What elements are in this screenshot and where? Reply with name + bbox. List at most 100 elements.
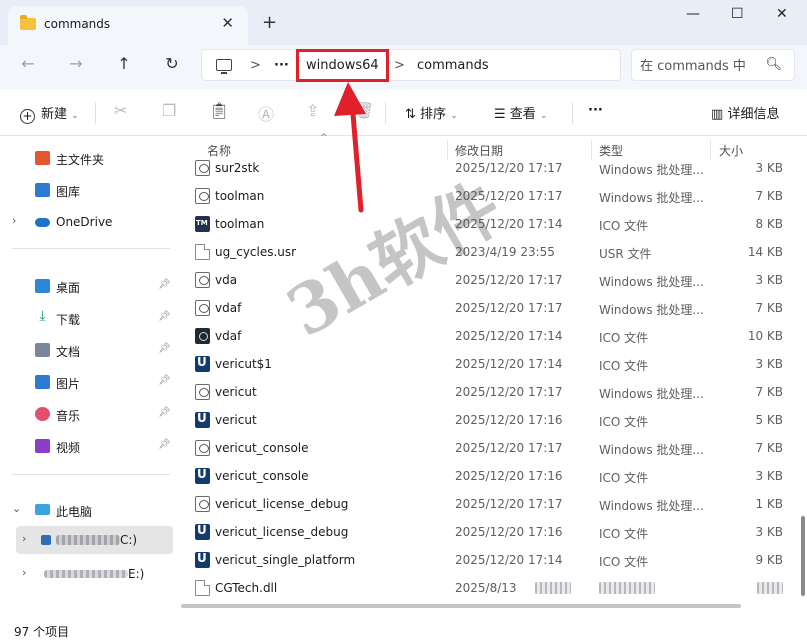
file-size: 10 KB (747, 329, 783, 343)
table-row[interactable]: sur2stk 2025/12/20 17:17 Windows 批处理... 3 K… (191, 154, 787, 182)
refresh-icon[interactable]: ↻ (160, 54, 184, 73)
tab-close-icon[interactable]: ✕ (221, 14, 234, 32)
file-date: 2025/8/13 (455, 581, 517, 595)
up-arrow-icon[interactable]: ↑ (112, 54, 136, 73)
chevron-down-icon[interactable]: ⌄ (12, 502, 21, 515)
share-icon[interactable]: ⇪ (306, 101, 319, 120)
sidebar-item-desktop[interactable]: 桌面 📌︎ (0, 272, 177, 300)
table-row[interactable]: vdaf 2025/12/20 17:17 Windows 批处理... 7 KB (191, 294, 787, 322)
new-tab-button[interactable]: + (262, 12, 277, 33)
annotation-arrow-head (334, 82, 366, 116)
file-size: 3 KB (755, 161, 783, 175)
sidebar-item-onedrive[interactable]: › OneDrive (0, 208, 177, 236)
sidebar-item-pictures[interactable]: 图片 📌︎ (0, 368, 177, 396)
file-date: 2025/12/20 17:14 (455, 357, 563, 371)
sidebar-item-videos[interactable]: 视频 📌︎ (0, 432, 177, 460)
tab-commands[interactable]: commands ✕ (8, 6, 248, 45)
command-bar: + 新建 ⌄ ✂ ❐ 📋︎ Ⓐ ⇪ 🗑︎ ⇅ 排序 ⌄ ☰ 查看 ⌄ ··· ▥ … (0, 90, 807, 136)
file-size: 5 KB (755, 413, 783, 427)
file-size: 7 KB (755, 385, 783, 399)
batch-file-icon (195, 384, 210, 400)
forward-arrow-icon[interactable]: → (64, 54, 88, 73)
table-row[interactable]: vericut_console 2025/12/20 17:16 ICO 文件 3 K… (191, 462, 787, 490)
breadcrumb-commands[interactable]: commands (417, 58, 489, 73)
file-type: ICO 文件 (599, 527, 649, 541)
table-row[interactable]: vericut_console 2025/12/20 17:17 Windows 批… (191, 434, 787, 462)
file-type: ICO 文件 (599, 219, 649, 233)
file-date: 2025/12/20 17:16 (455, 413, 563, 427)
file-type: ICO 文件 (599, 415, 649, 429)
table-row[interactable]: vericut 2025/12/20 17:17 Windows 批处理... 7 K… (191, 378, 787, 406)
close-button[interactable]: ✕ (776, 6, 788, 22)
chevron-right-icon[interactable]: › (12, 214, 16, 227)
table-row[interactable]: vdaf 2025/12/20 17:14 ICO 文件 10 KB (191, 322, 787, 350)
back-arrow-icon[interactable]: ← (16, 54, 40, 73)
table-row[interactable]: vericut_license_debug 2025/12/20 17:16 ICO… (191, 518, 787, 546)
search-box[interactable]: 🔍︎ (631, 49, 795, 81)
copy-icon[interactable]: ❐ (162, 101, 176, 120)
table-row[interactable]: vericut_single_platform 2025/12/20 17:14 I… (191, 546, 787, 574)
pin-icon[interactable]: 📌︎ (158, 311, 171, 322)
paste-icon[interactable]: 📋︎ (209, 101, 229, 120)
file-size: 7 KB (755, 441, 783, 455)
horizontal-scrollbar[interactable] (177, 602, 807, 610)
view-button[interactable]: ☰ 查看 ⌄ (494, 103, 548, 122)
file-type: ICO 文件 (599, 555, 649, 569)
sidebar-item-gallery[interactable]: 图库 (0, 176, 177, 204)
horizontal-scroll-thumb[interactable] (181, 604, 741, 608)
more-options-button[interactable]: ··· (588, 103, 603, 118)
file-name: toolman (215, 217, 265, 231)
table-row[interactable]: CGTech.dll 2025/8/13 (191, 574, 787, 602)
toolbar-divider (95, 102, 96, 124)
drive-label-blurred (56, 535, 120, 545)
computer-icon (35, 504, 50, 515)
home-icon (35, 151, 50, 165)
sidebar-item-music[interactable]: 音乐 📌︎ (0, 400, 177, 428)
music-icon (35, 407, 50, 421)
minimize-button[interactable]: — (686, 6, 700, 22)
file-date: 2025/12/20 17:16 (455, 469, 563, 483)
view-icon: ☰ (494, 107, 506, 122)
file-date: 2025/12/20 17:17 (455, 301, 563, 315)
table-row[interactable]: vericut$1 2025/12/20 17:14 ICO 文件 3 KB (191, 350, 787, 378)
vertical-scrollbar[interactable] (801, 516, 805, 596)
file-icon (195, 244, 210, 260)
table-row[interactable]: vericut_license_debug 2025/12/20 17:17 Win… (191, 490, 787, 518)
vericut-icon (195, 523, 210, 540)
file-date: 2025/12/20 17:17 (455, 273, 563, 287)
sidebar-item-documents[interactable]: 文档 📌︎ (0, 336, 177, 364)
item-count: 97 个项目 (14, 625, 70, 639)
breadcrumb-overflow[interactable]: ··· (274, 58, 289, 73)
new-button[interactable]: + 新建 ⌄ (20, 103, 79, 124)
desktop-icon (35, 279, 50, 293)
search-input[interactable] (640, 56, 764, 76)
table-row[interactable]: vericut 2025/12/20 17:16 ICO 文件 5 KB (191, 406, 787, 434)
pin-icon[interactable]: 📌︎ (158, 279, 171, 290)
sort-button[interactable]: ⇅ 排序 ⌄ (405, 103, 458, 122)
chevron-right-icon[interactable]: › (22, 566, 26, 579)
title-bar: commands ✕ + — ☐ ✕ (0, 0, 807, 45)
file-type: USR 文件 (599, 247, 652, 261)
sidebar-item-this-pc[interactable]: ⌄ 此电脑 (0, 496, 177, 524)
tab-title: commands (44, 17, 111, 31)
folder-icon (20, 15, 36, 30)
file-size: 9 KB (755, 553, 783, 567)
address-bar[interactable]: > ··· windows64 > commands (201, 49, 621, 82)
sidebar-item-drive-c[interactable]: › C:) (16, 526, 173, 554)
details-button[interactable]: ▥ 详细信息 (711, 103, 779, 122)
sidebar-item-drive-e[interactable]: › E:) (0, 560, 177, 588)
pin-icon[interactable]: 📌︎ (158, 439, 171, 450)
sidebar-item-downloads[interactable]: ⤓ 下载 📌︎ (0, 304, 177, 332)
pin-icon[interactable]: 📌︎ (158, 343, 171, 354)
cut-icon[interactable]: ✂ (114, 101, 127, 120)
maximize-button[interactable]: ☐ (731, 6, 744, 22)
rename-icon[interactable]: Ⓐ (258, 101, 274, 125)
pin-icon[interactable]: 📌︎ (158, 407, 171, 418)
pin-icon[interactable]: 📌︎ (158, 375, 171, 386)
file-size: 7 KB (755, 301, 783, 315)
sidebar-item-home[interactable]: 主文件夹 (0, 144, 177, 172)
navigation-bar: ← → ↑ ↻ > ··· windows64 > commands 🔍︎ (0, 45, 807, 90)
drive-label-blurred (44, 570, 128, 578)
details-pane-icon: ▥ (711, 107, 724, 122)
chevron-right-icon[interactable]: › (22, 532, 26, 545)
